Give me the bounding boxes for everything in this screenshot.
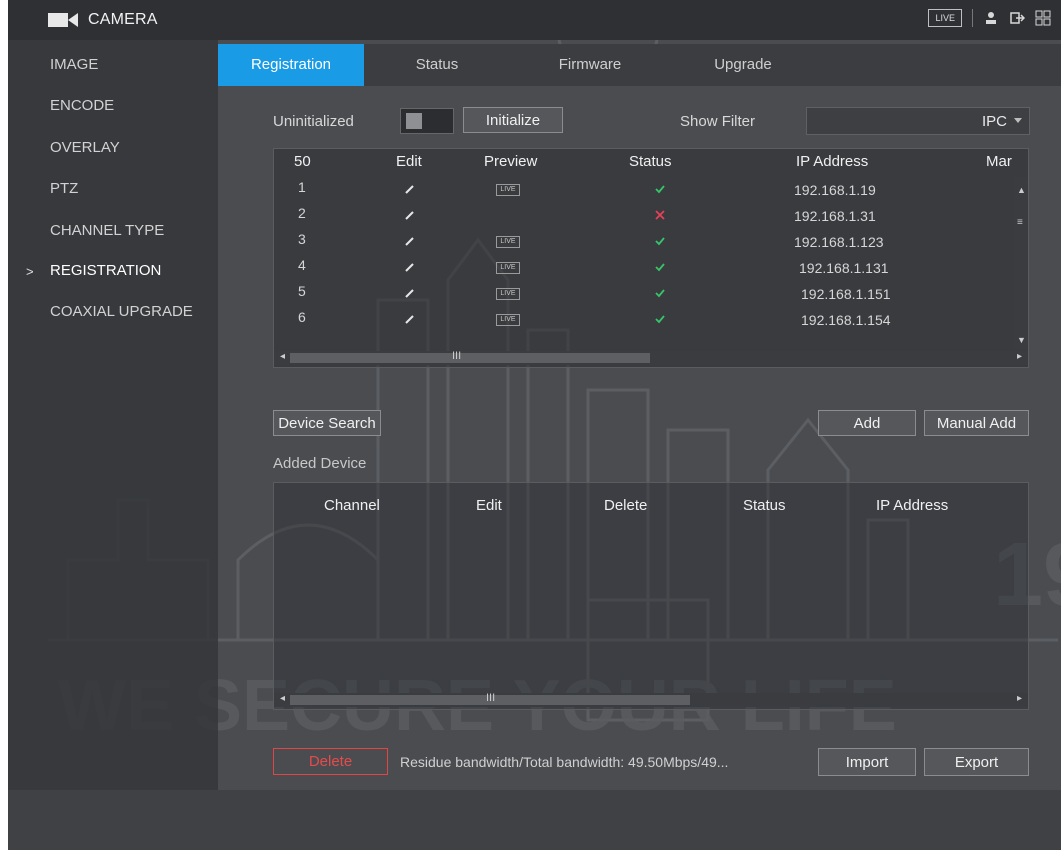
row-ip: 192.168.1.19 [794,182,876,198]
device-table: 50 Edit Preview Status IP Address Mar 1 … [273,148,1029,368]
import-button[interactable]: Import [818,748,916,776]
table-header-delete: Delete [604,497,648,514]
title-bar-actions: LIVE [928,9,1051,27]
row-number: 6 [298,309,306,325]
tab-registration[interactable]: Registration [218,44,364,86]
app-window: WE SECURE YOUR LIFE 19 CAMERA LIVE [8,0,1061,850]
tab-bar: Registration Status Firmware Upgrade [218,44,1061,86]
scroll-down-arrow-icon[interactable]: ▼ [1017,335,1026,345]
divider [972,9,973,27]
filter-select[interactable]: IPC [806,107,1030,135]
chevron-down-icon [1014,118,1022,123]
sidebar-item-registration[interactable]: REGISTRATION [50,262,161,279]
edit-icon[interactable] [404,287,416,299]
title-bar: CAMERA LIVE [8,0,1061,40]
status-ok-icon [655,185,665,194]
row-ip: 192.168.1.123 [794,234,884,250]
preview-live-icon[interactable]: LIVE [496,288,520,300]
logout-icon[interactable] [1009,10,1025,26]
table-header-mac: Mar [986,153,1012,170]
camera-icon [48,13,78,27]
active-marker-icon: > [26,264,34,279]
row-number: 1 [298,179,306,195]
grid-menu-icon[interactable] [1035,10,1051,26]
added-device-label: Added Device [273,455,367,472]
sidebar-item-channel-type[interactable]: CHANNEL TYPE [50,222,164,239]
table-header-ip: IP Address [876,497,949,514]
row-ip: 192.168.1.154 [801,312,891,328]
scroll-left-arrow-icon[interactable]: ◂ [280,351,285,362]
preview-live-icon[interactable]: LIVE [496,184,520,196]
uninitialized-toggle[interactable] [400,108,454,134]
scroll-thumb[interactable] [290,353,650,363]
edit-icon[interactable] [404,313,416,325]
row-number: 4 [298,257,306,273]
sidebar-item-encode[interactable]: ENCODE [50,97,114,114]
show-filter-label: Show Filter [680,113,756,130]
table-header-preview: Preview [484,153,538,170]
scroll-up-arrow-icon[interactable]: ▲ [1017,185,1026,195]
toggle-knob [406,113,422,129]
sidebar-item-coaxial-upgrade[interactable]: COAXIAL UPGRADE [50,303,193,320]
row-number: 3 [298,231,306,247]
export-button[interactable]: Export [924,748,1029,776]
edit-icon[interactable] [404,183,416,195]
scroll-grip-icon: III [452,350,462,362]
table-header-status: Status [743,497,786,514]
row-number: 2 [298,205,306,221]
delete-button[interactable]: Delete [273,748,388,775]
table-header-channel: Channel [324,497,380,514]
edit-icon[interactable] [404,261,416,273]
sidebar: IMAGE ENCODE OVERLAY PTZ CHANNEL TYPE > … [8,40,218,850]
preview-live-icon[interactable]: LIVE [496,314,520,326]
table-header-count: 50 [294,153,311,170]
add-button[interactable]: Add [818,410,916,436]
scroll-right-arrow-icon[interactable]: ▸ [1017,351,1022,362]
vertical-scrollbar[interactable]: ▲ ≡ ▼ [1014,177,1028,349]
horizontal-scrollbar[interactable]: ◂ III ▸ [274,350,1028,365]
added-device-table: Channel Edit Delete Status IP Address ◂ … [273,482,1029,710]
row-number: 5 [298,283,306,299]
sidebar-item-image[interactable]: IMAGE [50,56,98,73]
row-ip: 192.168.1.151 [801,286,891,302]
row-ip: 192.168.1.31 [794,208,876,224]
tab-firmware[interactable]: Firmware [510,44,670,86]
preview-live-icon[interactable]: LIVE [496,236,520,248]
table-header-edit: Edit [476,497,502,514]
edit-icon[interactable] [404,209,416,221]
user-icon[interactable] [983,10,999,26]
sidebar-item-overlay[interactable]: OVERLAY [50,139,120,156]
horizontal-scrollbar[interactable]: ◂ III ▸ [274,692,1028,707]
table-header-status: Status [629,153,672,170]
bandwidth-text: Residue bandwidth/Total bandwidth: 49.50… [400,754,729,770]
initialize-button[interactable]: Initialize [463,107,563,133]
tab-upgrade[interactable]: Upgrade [670,44,816,86]
preview-live-icon[interactable]: LIVE [496,262,520,274]
edit-icon[interactable] [404,235,416,247]
status-ok-icon [655,315,665,324]
filter-select-value: IPC [981,113,1007,130]
table-header-edit: Edit [396,153,422,170]
status-ok-icon [655,237,665,246]
uninitialized-label: Uninitialized [273,113,354,130]
status-error-icon [655,210,665,220]
tab-status[interactable]: Status [364,44,510,86]
device-search-button[interactable]: Device Search [273,410,381,436]
table-header-ip: IP Address [796,153,869,170]
row-ip: 192.168.1.131 [799,260,889,276]
scroll-grip-icon: III [486,692,496,704]
sidebar-item-ptz[interactable]: PTZ [50,180,78,197]
scroll-grip-icon[interactable]: ≡ [1017,217,1023,228]
manual-add-button[interactable]: Manual Add [924,410,1029,436]
live-button[interactable]: LIVE [928,9,962,27]
bottom-bar [8,790,1061,850]
scroll-right-arrow-icon[interactable]: ▸ [1017,693,1022,704]
status-ok-icon [655,289,665,298]
window-title: CAMERA [88,11,158,28]
status-ok-icon [655,263,665,272]
scroll-left-arrow-icon[interactable]: ◂ [280,693,285,704]
